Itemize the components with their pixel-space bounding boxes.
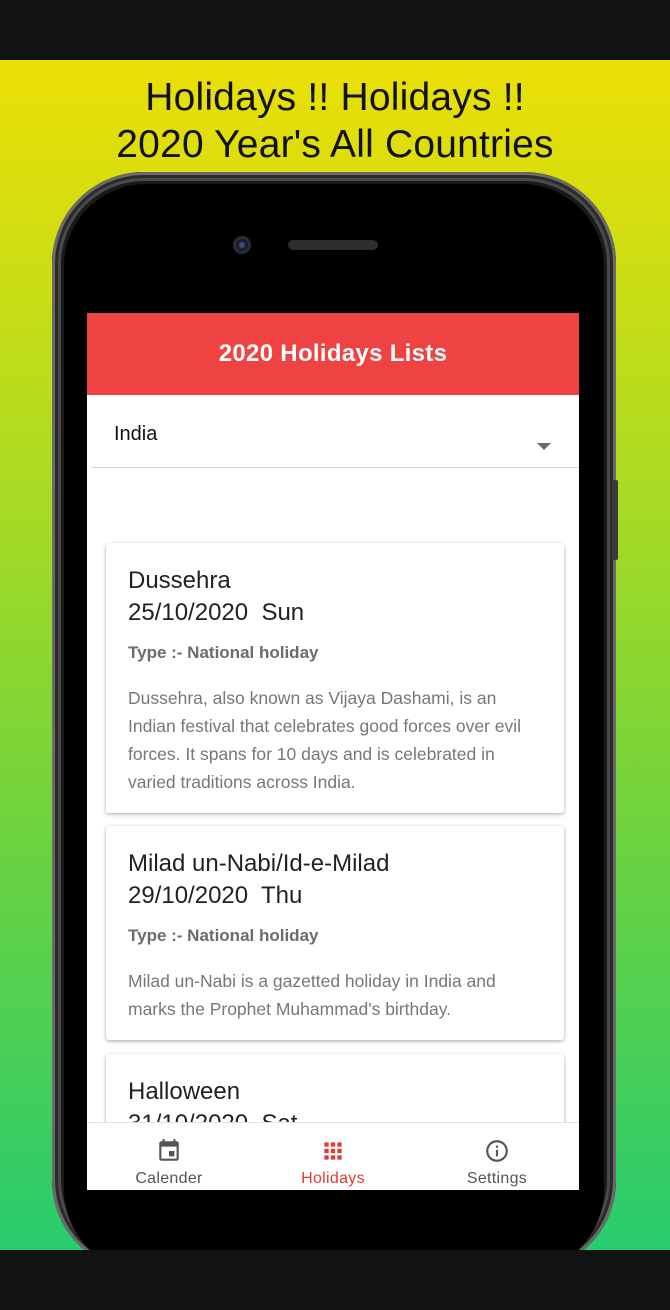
app-bar-title: 2020 Holidays Lists xyxy=(218,340,448,367)
holiday-description: Milad un-Nabi is a gazetted holiday in I… xyxy=(128,971,496,1019)
dropdown-arrow-icon xyxy=(537,443,551,450)
holiday-type: Type :- National holiday xyxy=(128,643,319,662)
bottom-navigation: Calender Holidays Settings xyxy=(87,1122,579,1190)
info-icon xyxy=(486,1140,508,1162)
nav-label: Settings xyxy=(466,1170,528,1187)
holiday-name: Milad un-Nabi/Id-e-Milad xyxy=(128,850,390,877)
grid-icon xyxy=(324,1142,342,1160)
holiday-name: Halloween xyxy=(128,1078,241,1105)
holiday-type: Type :- National holiday xyxy=(128,926,319,945)
nav-label: Calender xyxy=(135,1170,203,1187)
app-screen: 2020 Holidays Lists India Dussehra 25/10… xyxy=(87,313,579,1190)
holiday-name: Dussehra xyxy=(128,567,231,594)
top-black-bar xyxy=(0,0,670,60)
phone-side-button xyxy=(612,480,618,560)
calendar-icon xyxy=(159,1139,179,1161)
holiday-description: Dussehra, also known as Vijaya Dashami, … xyxy=(128,688,521,792)
promo-line-2: 2020 Year's All Countries xyxy=(116,123,554,166)
holiday-card[interactable]: Milad un-Nabi/Id-e-Milad 29/10/2020 Thu … xyxy=(106,826,564,1040)
country-dropdown[interactable]: India xyxy=(92,395,579,468)
nav-settings[interactable]: Settings xyxy=(415,1123,579,1190)
holiday-date: 25/10/2020 Sun xyxy=(128,599,305,626)
promo-line-1: Holidays !! Holidays !! xyxy=(145,76,525,119)
bottom-black-bar xyxy=(0,1250,670,1310)
country-selected-value: India xyxy=(114,423,158,445)
holiday-card[interactable]: Dussehra 25/10/2020 Sun Type :- National… xyxy=(106,543,564,813)
nav-calender[interactable]: Calender xyxy=(87,1123,251,1190)
camera-icon xyxy=(233,236,251,254)
speaker-grille xyxy=(288,240,378,250)
nav-label: Holidays xyxy=(301,1170,365,1187)
nav-holidays[interactable]: Holidays xyxy=(251,1123,415,1190)
holiday-date: 29/10/2020 Thu xyxy=(128,882,303,909)
app-bar: 2020 Holidays Lists xyxy=(87,313,579,395)
